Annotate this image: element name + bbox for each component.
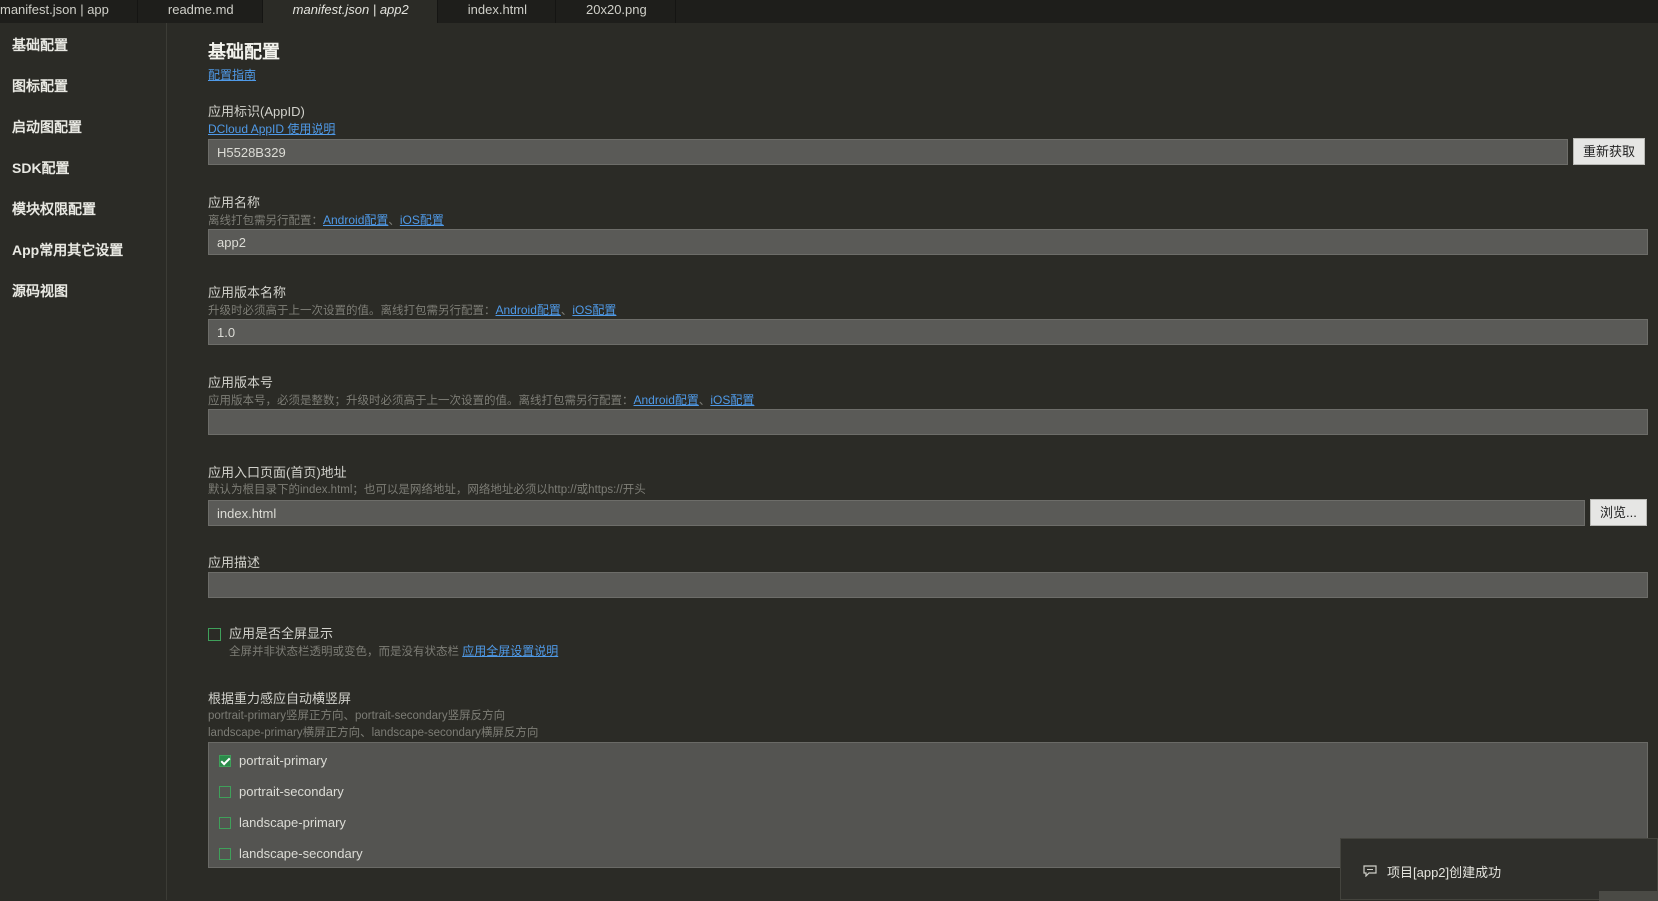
version-code-android-link[interactable]: Android配置 [634, 393, 699, 407]
portrait-primary-checkbox[interactable] [219, 754, 231, 767]
editor-tab-bar: manifest.json | app readme.md manifest.j… [0, 0, 1658, 23]
sidebar-item-splash[interactable]: 启动图配置 [0, 107, 166, 148]
tab-20x20-png[interactable]: 20x20.png [556, 0, 676, 23]
entry-page-section: 应用入口页面(首页)地址 默认为根目录下的index.html；也可以是网络地址… [208, 464, 1648, 526]
description-input[interactable] [208, 572, 1648, 598]
sidebar-item-icon[interactable]: 图标配置 [0, 66, 166, 107]
description-label: 应用描述 [208, 555, 261, 570]
tab-readme[interactable]: readme.md [138, 0, 263, 23]
fullscreen-checkbox[interactable] [208, 627, 221, 641]
version-code-hint: 应用版本号，必须是整数；升级时必须高于上一次设置的值。离线打包需另行配置： [208, 395, 634, 407]
separator: 、 [560, 305, 573, 317]
orientation-option-portrait-secondary[interactable]: portrait-secondary [209, 776, 1647, 807]
fullscreen-help-link[interactable]: 应用全屏设置说明 [462, 644, 558, 658]
orientation-option-landscape-primary[interactable]: landscape-primary [209, 807, 1647, 838]
entry-page-hint: 默认为根目录下的index.html；也可以是网络地址，网络地址必须以http:… [208, 484, 646, 496]
sidebar: 基础配置 图标配置 启动图配置 SDK配置 模块权限配置 App常用其它设置 源… [0, 23, 167, 900]
appid-help-link[interactable]: DCloud AppID 使用说明 [208, 122, 335, 136]
version-name-hint: 升级时必须高于上一次设置的值。离线打包需另行配置： [208, 305, 496, 317]
appid-input[interactable]: H5528B329 [208, 138, 1568, 165]
config-guide-link[interactable]: 配置指南 [208, 66, 256, 83]
separator: 、 [388, 215, 400, 227]
sidebar-item-permissions[interactable]: 模块权限配置 [0, 189, 166, 230]
app-name-section: 应用名称 离线打包需另行配置：Android配置、iOS配置 app2 [208, 194, 1648, 255]
tab-manifest-app[interactable]: manifest.json | app [0, 0, 138, 23]
fullscreen-hint: 全屏并非状态栏透明或变色，而是没有状态栏 [229, 646, 459, 658]
orientation-hint-1: portrait-primary竖屏正方向、portrait-secondary… [208, 710, 506, 722]
orientation-hint-2: landscape-primary横屏正方向、landscape-seconda… [208, 727, 539, 739]
version-code-section: 应用版本号 应用版本号，必须是整数；升级时必须高于上一次设置的值。离线打包需另行… [208, 374, 1648, 435]
tab-index-html[interactable]: index.html [438, 0, 557, 23]
app-name-ios-link[interactable]: iOS配置 [400, 213, 444, 227]
portrait-secondary-label: portrait-secondary [239, 784, 344, 799]
version-code-ios-link[interactable]: iOS配置 [710, 393, 754, 407]
landscape-secondary-label: landscape-secondary [239, 846, 363, 861]
sidebar-item-basic[interactable]: 基础配置 [0, 25, 166, 66]
version-code-label: 应用版本号 [208, 375, 274, 390]
version-name-android-link[interactable]: Android配置 [496, 303, 561, 317]
orientation-option-portrait-primary[interactable]: portrait-primary [209, 745, 1647, 776]
landscape-secondary-checkbox[interactable] [219, 847, 231, 860]
notification-toast[interactable]: 项目[app2]创建成功 [1340, 838, 1658, 901]
landscape-primary-label: landscape-primary [239, 815, 346, 830]
orientation-label: 根据重力感应自动横竖屏 [208, 691, 352, 706]
version-name-ios-link[interactable]: iOS配置 [572, 303, 616, 317]
version-name-section: 应用版本名称 升级时必须高于上一次设置的值。离线打包需另行配置：Android配… [208, 284, 1648, 345]
refresh-appid-button[interactable]: 重新获取 [1573, 138, 1646, 165]
portrait-primary-label: portrait-primary [239, 753, 328, 768]
version-name-input[interactable]: 1.0 [208, 319, 1648, 345]
browse-button[interactable]: 浏览... [1590, 499, 1647, 526]
sidebar-item-other-settings[interactable]: App常用其它设置 [0, 230, 166, 271]
app-name-input[interactable]: app2 [208, 229, 1648, 255]
message-icon [1363, 865, 1377, 877]
page-title: 基础配置 [208, 42, 280, 62]
landscape-primary-checkbox[interactable] [219, 816, 231, 829]
app-name-android-link[interactable]: Android配置 [323, 213, 388, 227]
sidebar-item-source-view[interactable]: 源码视图 [0, 271, 166, 312]
notification-text: 项目[app2]创建成功 [1387, 865, 1502, 880]
app-name-label: 应用名称 [208, 195, 261, 210]
fullscreen-section: 应用是否全屏显示 全屏并非状态栏透明或变色，而是没有状态栏 应用全屏设置说明 [208, 625, 1648, 660]
appid-label: 应用标识(AppID) [208, 104, 305, 119]
entry-page-label: 应用入口页面(首页)地址 [208, 465, 347, 480]
description-section: 应用描述 [208, 554, 1648, 598]
entry-page-input[interactable]: index.html [208, 499, 1585, 526]
app-name-hint: 离线打包需另行配置： [208, 215, 323, 227]
version-code-input[interactable] [208, 409, 1648, 435]
portrait-secondary-checkbox[interactable] [219, 785, 231, 798]
appid-section: 应用标识(AppID) DCloud AppID 使用说明 H5528B329 … [208, 103, 1648, 165]
separator: 、 [698, 395, 711, 407]
sidebar-item-sdk[interactable]: SDK配置 [0, 148, 166, 189]
version-name-label: 应用版本名称 [208, 285, 287, 300]
fullscreen-label: 应用是否全屏显示 [229, 626, 334, 641]
tab-manifest-app2[interactable]: manifest.json | app2 [262, 0, 438, 23]
